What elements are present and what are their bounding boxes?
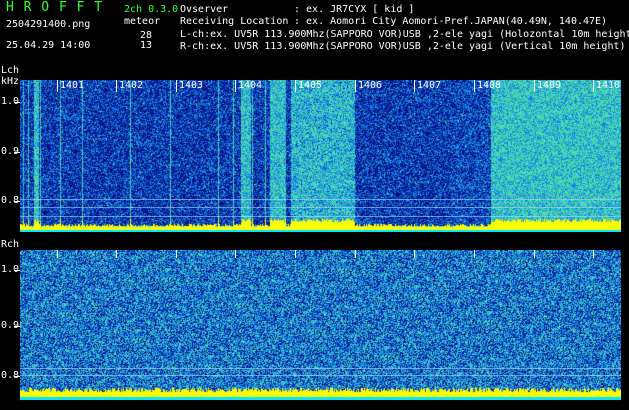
- minute-tick: [355, 250, 356, 258]
- time-label-1401: 1401: [60, 80, 85, 91]
- minute-tick: [235, 80, 236, 92]
- minute-tick: [593, 80, 594, 92]
- location-label: Receiving Location: [180, 16, 289, 27]
- minute-tick: [295, 80, 296, 92]
- minute-tick: [534, 250, 535, 258]
- minute-tick: [593, 250, 594, 258]
- minute-tick: [176, 80, 177, 92]
- rch-ref-line: [20, 368, 621, 369]
- minute-tick: [116, 80, 117, 92]
- time-label-1405: 1405: [298, 80, 323, 91]
- lch-ref-line: [20, 199, 621, 200]
- minute-tick: [57, 80, 58, 92]
- lch-ref-line: [20, 216, 621, 217]
- observer-label: Ovserver: [180, 4, 229, 15]
- file-name: 2504291400.png: [6, 19, 91, 30]
- minute-tick: [176, 250, 177, 258]
- lch-spectrogram: [20, 80, 621, 232]
- lch-waterfall-canvas: [20, 80, 621, 232]
- mode-label: meteor: [124, 16, 161, 27]
- minute-tick: [116, 250, 117, 258]
- rch-ref-line: [20, 375, 621, 376]
- minute-tick: [414, 250, 415, 258]
- time-label-1402: 1402: [119, 80, 144, 91]
- app-title: H R O F F T: [6, 0, 104, 15]
- minute-tick: [474, 80, 475, 92]
- minute-tick: [474, 250, 475, 258]
- lch-ref-line: [20, 207, 621, 208]
- rch-waterfall-canvas: [20, 250, 621, 400]
- lch-config: L-ch:ex. UV5R 113.900Mhz(SAPPORO VOR)USB…: [180, 29, 629, 40]
- rch-count: 13: [140, 40, 153, 51]
- timestamp: 25.04.29 14:00: [6, 40, 91, 51]
- time-label-1409: 1409: [537, 80, 562, 91]
- minute-tick: [235, 250, 236, 258]
- time-label-1408: 1408: [477, 80, 502, 91]
- location-value: : ex. Aomori City Aomori-Pref.JAPAN(40.4…: [294, 16, 608, 27]
- rch-label: Rch: [1, 239, 20, 250]
- time-label-1404: 1404: [238, 80, 263, 91]
- time-label-1410: 1410: [596, 80, 621, 91]
- minute-tick: [534, 80, 535, 92]
- minute-tick: [57, 250, 58, 258]
- observer-value: : ex. JR7CYX [ kid ]: [294, 4, 415, 15]
- minute-tick: [295, 250, 296, 258]
- minute-tick: [355, 80, 356, 92]
- app-version: 2ch 0.3.0: [124, 4, 179, 15]
- lch-label: Lch: [1, 65, 20, 76]
- minute-tick: [414, 80, 415, 92]
- rch-spectrogram: [20, 250, 621, 400]
- time-label-1406: 1406: [358, 80, 383, 91]
- time-label-1407: 1407: [417, 80, 442, 91]
- khz-label: kHz: [1, 76, 20, 87]
- rch-config: R-ch:ex. UV5R 113.900Mhz(SAPPORO VOR)USB…: [180, 41, 626, 52]
- time-label-1403: 1403: [179, 80, 204, 91]
